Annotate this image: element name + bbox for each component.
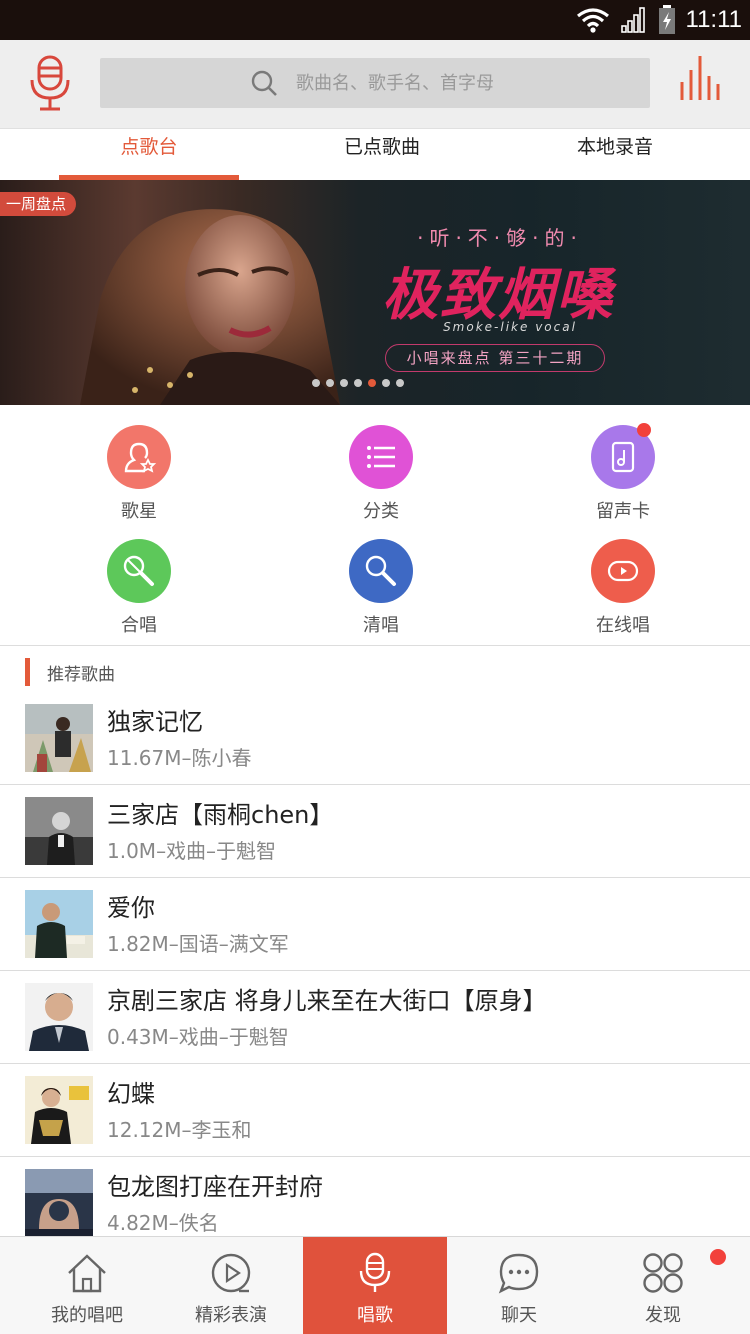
category-label: 留声卡 (596, 501, 650, 522)
wifi-icon (576, 8, 609, 33)
search-bar[interactable] (100, 58, 650, 108)
music-card-icon (591, 423, 655, 489)
nav-label: 聊天 (501, 1305, 537, 1326)
home-icon (68, 1254, 106, 1293)
carousel-dot[interactable] (396, 379, 404, 387)
song-cover (25, 983, 93, 1051)
nav-chat[interactable]: 聊天 (447, 1237, 591, 1334)
song-title: 三家店【雨桐chen】 (107, 801, 334, 829)
banner-issue-label: 小唱来盘点 第三十二期 (385, 344, 605, 372)
carousel-dot[interactable] (354, 379, 362, 387)
song-row[interactable]: 三家店【雨桐chen】 1.0M–戏曲–于魁智 (0, 785, 750, 878)
search-icon (251, 70, 277, 96)
category-grid: 歌星 分类 留声卡 合唱 清唱 在线唱 (0, 405, 750, 645)
section-divider (0, 645, 750, 646)
category-singers[interactable]: 歌星 (79, 425, 199, 535)
nav-label: 发现 (645, 1305, 681, 1326)
nav-my-ktv[interactable]: 我的唱吧 (15, 1237, 159, 1334)
carousel-dot[interactable] (312, 379, 320, 387)
nav-label: 我的唱吧 (51, 1305, 123, 1326)
banner-singer-photo (80, 209, 340, 405)
song-title: 包龙图打座在开封府 (107, 1173, 323, 1201)
carousel-dots (312, 379, 404, 387)
section-accent-bar (25, 658, 30, 686)
status-bar: 11:11 (0, 0, 750, 40)
bottom-navigation: 我的唱吧 精彩表演 唱歌 聊天 发现 (0, 1236, 750, 1334)
category-label: 清唱 (363, 615, 399, 636)
tab-song-station[interactable]: 点歌台 (59, 129, 239, 181)
nav-label: 精彩表演 (195, 1305, 267, 1326)
voice-search-button[interactable] (26, 54, 74, 114)
equalizer-icon (680, 56, 720, 100)
song-meta: 1.0M–戏曲–于魁智 (107, 839, 277, 863)
song-row[interactable]: 幻蝶 12.12M–李玉和 (0, 1064, 750, 1157)
grid-circles-icon (643, 1253, 683, 1293)
song-meta: 11.67M–陈小春 (107, 746, 252, 770)
tab-ordered-songs[interactable]: 已点歌曲 (292, 129, 472, 181)
song-row[interactable]: 爱你 1.82M–国语–满文军 (0, 878, 750, 971)
nav-sing[interactable]: 唱歌 (303, 1237, 447, 1334)
mic-icon (349, 539, 413, 603)
song-row[interactable]: 独家记忆 11.67M–陈小春 (0, 692, 750, 785)
new-badge (637, 423, 651, 437)
carousel-dot[interactable] (326, 379, 334, 387)
category-genres[interactable]: 分类 (321, 425, 441, 535)
song-title: 爱你 (107, 894, 155, 922)
tab-local-recordings[interactable]: 本地录音 (525, 129, 705, 181)
song-meta: 12.12M–李玉和 (107, 1118, 252, 1142)
song-meta: 1.82M–国语–满文军 (107, 932, 289, 956)
nav-performances[interactable]: 精彩表演 (159, 1237, 303, 1334)
song-title: 京剧三家店 将身儿来至在大街口【原身】 (107, 987, 547, 1015)
section-title: 推荐歌曲 (47, 665, 115, 685)
song-row[interactable]: 京剧三家店 将身儿来至在大街口【原身】 0.43M–戏曲–于魁智 (0, 971, 750, 1064)
category-acapella[interactable]: 清唱 (321, 539, 441, 649)
mic-icon (359, 1252, 391, 1292)
top-header (0, 40, 750, 128)
battery-icon (658, 5, 675, 34)
song-cover (25, 1169, 93, 1237)
category-label: 分类 (363, 501, 399, 522)
carousel-dot[interactable] (382, 379, 390, 387)
category-label: 歌星 (121, 501, 157, 522)
search-input[interactable] (296, 58, 626, 108)
duet-mic-icon (107, 539, 171, 603)
list-icon (349, 425, 413, 489)
carousel-dot-active[interactable] (368, 379, 376, 387)
banner-title: 极致烟嗓 (382, 262, 614, 328)
nav-label: 唱歌 (357, 1305, 393, 1326)
category-label: 合唱 (121, 615, 157, 636)
carousel-dot[interactable] (340, 379, 348, 387)
play-screen-icon (591, 539, 655, 603)
song-cover (25, 797, 93, 865)
play-circle-icon (211, 1253, 251, 1293)
signal-icon (620, 7, 645, 33)
singer-star-icon (107, 425, 171, 489)
song-meta: 0.43M–戏曲–于魁智 (107, 1025, 289, 1049)
banner-kicker: ·听·不·够·的· (417, 226, 583, 250)
status-time: 11:11 (685, 6, 743, 33)
song-cover (25, 890, 93, 958)
now-playing-button[interactable] (678, 54, 722, 102)
song-title: 幻蝶 (107, 1080, 155, 1108)
song-meta: 4.82M–佚名 (107, 1211, 219, 1235)
song-cover (25, 1076, 93, 1144)
recommended-songs-header: 推荐歌曲 (0, 656, 750, 688)
category-duet[interactable]: 合唱 (79, 539, 199, 649)
song-title: 独家记忆 (107, 708, 203, 736)
banner-subtitle: Smoke-like vocal (443, 320, 577, 334)
promo-banner[interactable]: 一周盘点 ·听·不·够·的· 极致烟嗓 Smoke-like vocal 小唱来… (0, 180, 750, 405)
chat-bubble-icon (498, 1253, 539, 1294)
tab-bar: 点歌台 已点歌曲 本地录音 (0, 128, 750, 180)
microphone-icon (30, 55, 70, 111)
banner-badge: 一周盘点 (0, 192, 77, 216)
song-cover (25, 704, 93, 772)
category-online-sing[interactable]: 在线唱 (563, 539, 683, 649)
discover-notification-badge (710, 1249, 726, 1265)
category-label: 在线唱 (596, 615, 650, 636)
category-voice-card[interactable]: 留声卡 (563, 423, 683, 535)
